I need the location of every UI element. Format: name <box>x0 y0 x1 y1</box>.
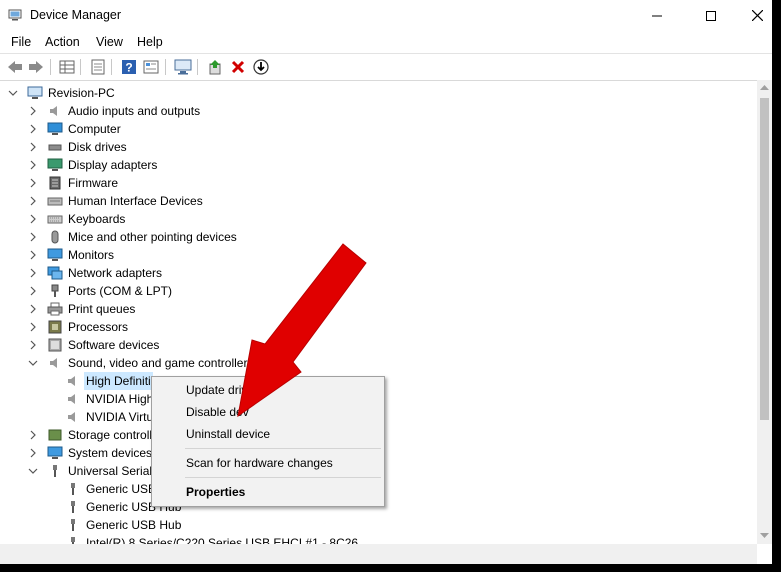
device-manager-window: Device Manager File Action View Help ? R… <box>0 0 772 564</box>
red-arrow-icon <box>237 243 367 418</box>
